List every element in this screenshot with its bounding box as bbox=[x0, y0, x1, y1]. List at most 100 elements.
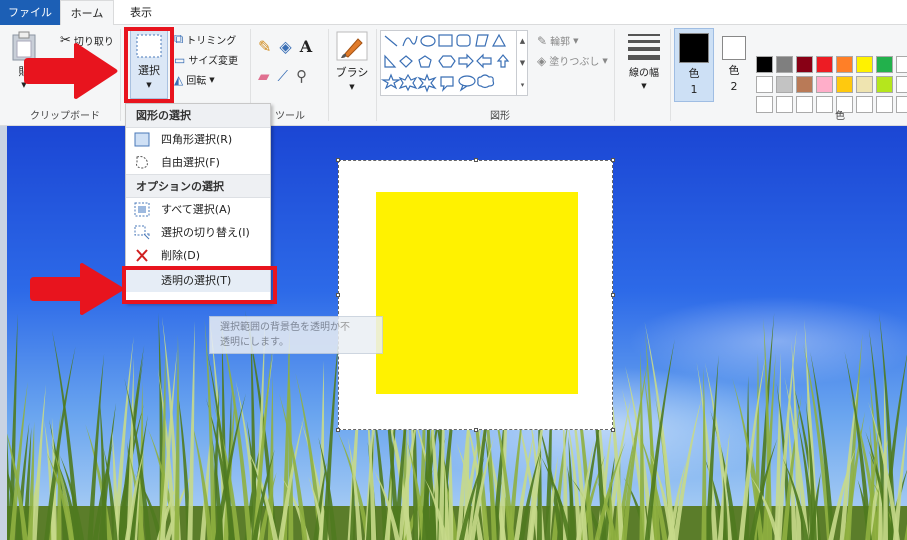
tab-home[interactable]: ホーム bbox=[60, 0, 114, 26]
menu-item-label: すべて選択(A) bbox=[161, 203, 231, 216]
resize-handle[interactable] bbox=[336, 293, 340, 297]
shapes-group-label: 図形 bbox=[490, 111, 510, 122]
menu-section-options: オプションの選択 bbox=[126, 174, 270, 198]
rotate-icon: ◭ bbox=[174, 72, 184, 87]
menu-section-shape-select: 図形の選択 bbox=[126, 104, 270, 128]
group-separator bbox=[328, 29, 329, 121]
palette-swatch-empty[interactable] bbox=[796, 96, 813, 113]
text-icon[interactable]: A bbox=[300, 37, 312, 56]
fill-label: 塗りつぶし bbox=[549, 57, 600, 68]
color-picker-icon[interactable]: ⟋ bbox=[278, 67, 289, 85]
fill-icon: ◈ bbox=[537, 53, 547, 68]
red-arrow-icon bbox=[30, 263, 124, 315]
palette-swatch-empty[interactable] bbox=[876, 96, 893, 113]
palette-swatch[interactable] bbox=[756, 76, 773, 93]
menu-item-select-all[interactable]: すべて選択(A) bbox=[126, 198, 270, 221]
palette-swatch[interactable] bbox=[876, 76, 893, 93]
color2-swatch bbox=[722, 36, 746, 60]
tab-file[interactable]: ファイル bbox=[0, 0, 60, 25]
rotate-label: 回転 bbox=[186, 76, 207, 87]
drawing-canvas[interactable] bbox=[336, 158, 615, 432]
palette-swatch[interactable] bbox=[816, 56, 833, 73]
chevron-down-icon: ▼ bbox=[602, 56, 608, 65]
crop-icon: ⧉ bbox=[174, 32, 184, 47]
tooltip-line-2: 透明にします。 bbox=[220, 337, 289, 348]
resize-button[interactable]: ▭ サイズ変更 bbox=[174, 52, 238, 68]
resize-handle[interactable] bbox=[611, 158, 615, 162]
resize-handle[interactable] bbox=[611, 293, 615, 297]
palette-swatch[interactable] bbox=[836, 76, 853, 93]
fill-bucket-icon[interactable]: ◈ bbox=[279, 37, 291, 56]
shapes-gallery[interactable] bbox=[380, 30, 528, 96]
brush-label: ブラシ bbox=[335, 66, 369, 79]
tab-view[interactable]: 表示 bbox=[116, 0, 166, 25]
palette-swatch[interactable] bbox=[896, 56, 907, 73]
freeform-select-icon bbox=[136, 156, 148, 169]
shapes-scroll[interactable]: ▲ ▼ ▾ bbox=[516, 30, 528, 96]
menu-item-label: 選択の切り替え(I) bbox=[161, 226, 250, 239]
palette-swatch[interactable] bbox=[776, 56, 793, 73]
palette-swatch[interactable] bbox=[796, 76, 813, 93]
palette-swatch[interactable] bbox=[776, 76, 793, 93]
color2-button[interactable]: 色 2 bbox=[718, 28, 750, 102]
palette-swatch[interactable] bbox=[856, 76, 873, 93]
delete-x-icon bbox=[136, 249, 148, 262]
palette-swatch[interactable] bbox=[876, 56, 893, 73]
expand-icon[interactable]: ▾ bbox=[517, 74, 528, 96]
chevron-down-icon: ▼ bbox=[573, 36, 579, 45]
palette-swatch-empty[interactable] bbox=[896, 96, 907, 113]
tooltip: 選択範囲の背景色を透明か不 透明にします。 bbox=[209, 316, 383, 354]
color1-button[interactable]: 色 1 bbox=[674, 28, 714, 102]
resize-handle[interactable] bbox=[336, 428, 340, 432]
magnifier-icon[interactable]: ⚲ bbox=[296, 67, 307, 85]
outline-button[interactable]: ✎ 輪郭 ▼ bbox=[537, 33, 579, 49]
yellow-square-shape[interactable] bbox=[376, 192, 578, 394]
chevron-down-icon: ▼ bbox=[641, 82, 647, 90]
palette-swatch[interactable] bbox=[836, 56, 853, 73]
chevron-down-icon[interactable]: ▼ bbox=[517, 52, 528, 74]
menu-item-free-select[interactable]: 自由選択(F) bbox=[126, 151, 270, 174]
rotate-button[interactable]: ◭ 回転 ▼ bbox=[174, 72, 215, 88]
outline-icon: ✎ bbox=[537, 33, 548, 48]
palette-swatch-empty[interactable] bbox=[756, 96, 773, 113]
invert-selection-icon bbox=[134, 225, 150, 240]
highlight-box-select bbox=[124, 27, 174, 103]
group-separator bbox=[614, 29, 615, 121]
resize-handle[interactable] bbox=[336, 158, 340, 162]
resize-handle[interactable] bbox=[474, 158, 478, 162]
color1-number: 1 bbox=[690, 83, 698, 96]
highlight-box-transparent-select bbox=[122, 266, 277, 304]
palette-swatch[interactable] bbox=[856, 56, 873, 73]
shapes-icons bbox=[380, 33, 510, 93]
chevron-up-icon[interactable]: ▲ bbox=[517, 30, 528, 52]
size-button[interactable]: 線の幅 ▼ bbox=[622, 31, 666, 90]
color2-number: 2 bbox=[730, 80, 738, 93]
menu-item-invert-select[interactable]: 選択の切り替え(I) bbox=[126, 221, 270, 244]
resize-handle[interactable] bbox=[474, 428, 478, 432]
brush-icon bbox=[336, 31, 368, 61]
palette-swatch[interactable] bbox=[816, 76, 833, 93]
ribbon-tab-bar: ファイル ホーム 表示 bbox=[0, 0, 907, 26]
menu-item-delete[interactable]: 削除(D) bbox=[126, 244, 270, 267]
rectangle-select-icon bbox=[134, 132, 150, 147]
menu-item-rect-select[interactable]: 四角形選択(R) bbox=[126, 128, 270, 151]
pencil-icon[interactable]: ✎ bbox=[258, 37, 271, 56]
color1-label: 色 bbox=[688, 67, 700, 80]
colors-group-label: 色 bbox=[835, 111, 845, 122]
palette-swatch[interactable] bbox=[756, 56, 773, 73]
fill-button[interactable]: ◈ 塗りつぶし ▼ bbox=[537, 53, 608, 69]
clipboard-group-label: クリップボード bbox=[30, 111, 100, 122]
eraser-icon[interactable]: ▰ bbox=[258, 67, 270, 85]
brush-button[interactable]: ブラシ ▼ bbox=[334, 31, 370, 91]
palette-swatch[interactable] bbox=[896, 76, 907, 93]
palette-swatch-empty[interactable] bbox=[776, 96, 793, 113]
menu-item-label: 削除(D) bbox=[161, 249, 201, 262]
menu-item-label: 四角形選択(R) bbox=[161, 133, 233, 146]
crop-button[interactable]: ⧉ トリミング bbox=[174, 32, 236, 47]
resize-handle[interactable] bbox=[611, 428, 615, 432]
menu-item-label: 自由選択(F) bbox=[161, 156, 220, 169]
group-separator bbox=[376, 29, 377, 121]
palette-swatch[interactable] bbox=[796, 56, 813, 73]
group-separator bbox=[120, 29, 121, 121]
red-arrow-icon bbox=[24, 43, 118, 99]
